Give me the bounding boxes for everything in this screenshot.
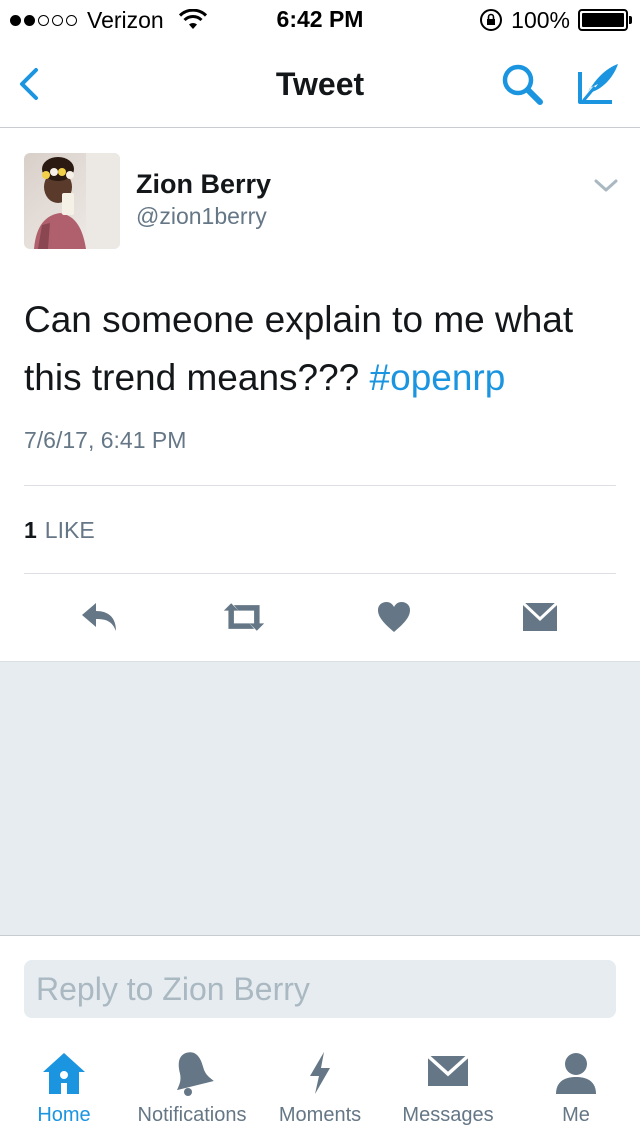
navigation-bar: Tweet <box>0 40 640 128</box>
hashtag-link[interactable]: #openrp <box>370 357 506 398</box>
retweet-button[interactable] <box>222 597 266 637</box>
tab-label: Moments <box>278 1104 362 1126</box>
reply-input[interactable] <box>24 960 616 1018</box>
tab-home[interactable]: Home <box>0 1040 128 1136</box>
divider <box>24 573 616 574</box>
reply-button[interactable] <box>78 597 122 637</box>
tab-messages-icon-wrap <box>384 1050 512 1100</box>
author-name[interactable]: Zion Berry <box>136 169 271 200</box>
tab-label: Notifications <box>137 1104 247 1126</box>
tweet-timestamp: 7/6/17, 6:41 PM <box>24 427 187 453</box>
rotation-lock-icon <box>480 9 503 31</box>
chevron-down-icon[interactable] <box>592 177 620 195</box>
likes-stat[interactable]: 1 LIKE <box>24 517 95 544</box>
envelope-icon <box>426 1054 470 1086</box>
author-handle[interactable]: @zion1berry <box>136 203 267 230</box>
tweet-detail: Zion Berry @zion1berry Can someone expla… <box>0 129 640 661</box>
status-bar: Verizon 6:42 PM 100% <box>0 0 640 40</box>
tab-moments-icon-wrap <box>256 1050 384 1100</box>
reply-bar <box>0 935 640 1039</box>
tab-label: Home <box>37 1104 91 1126</box>
like-button[interactable] <box>372 597 416 637</box>
tab-home-icon-wrap <box>0 1050 128 1100</box>
envelope-icon <box>521 601 559 631</box>
tab-me[interactable]: Me <box>512 1040 640 1136</box>
tab-me-icon-wrap <box>512 1050 640 1100</box>
tab-moments[interactable]: Moments <box>256 1040 384 1136</box>
likes-label: LIKE <box>44 517 95 543</box>
compose-tweet-icon[interactable] <box>572 58 624 110</box>
tab-label: Me <box>562 1104 590 1126</box>
tab-notifications-icon-wrap <box>128 1050 256 1100</box>
divider <box>24 485 616 486</box>
tweet-actions <box>0 591 640 641</box>
reply-icon <box>82 603 116 631</box>
status-right: 100% <box>479 6 632 34</box>
avatar[interactable] <box>24 153 120 249</box>
lightning-icon <box>310 1052 330 1094</box>
heart-icon <box>378 602 410 632</box>
battery-percentage: 100% <box>511 6 570 33</box>
tweet-text: Can someone explain to me what this tren… <box>24 291 624 407</box>
retweet-icon <box>223 603 265 631</box>
battery-icon <box>578 9 632 31</box>
tab-bar: Home Notifications Moments Messages Me <box>0 1040 640 1136</box>
tab-messages[interactable]: Messages <box>384 1040 512 1136</box>
tab-label: Messages <box>402 1104 494 1126</box>
bell-icon <box>176 1052 214 1096</box>
person-icon <box>556 1053 596 1094</box>
home-icon <box>43 1053 85 1094</box>
direct-message-button[interactable] <box>518 597 562 637</box>
search-icon[interactable] <box>498 60 546 108</box>
empty-replies-area <box>0 661 640 935</box>
tab-notifications[interactable]: Notifications <box>128 1040 256 1136</box>
likes-count: 1 <box>24 517 37 543</box>
